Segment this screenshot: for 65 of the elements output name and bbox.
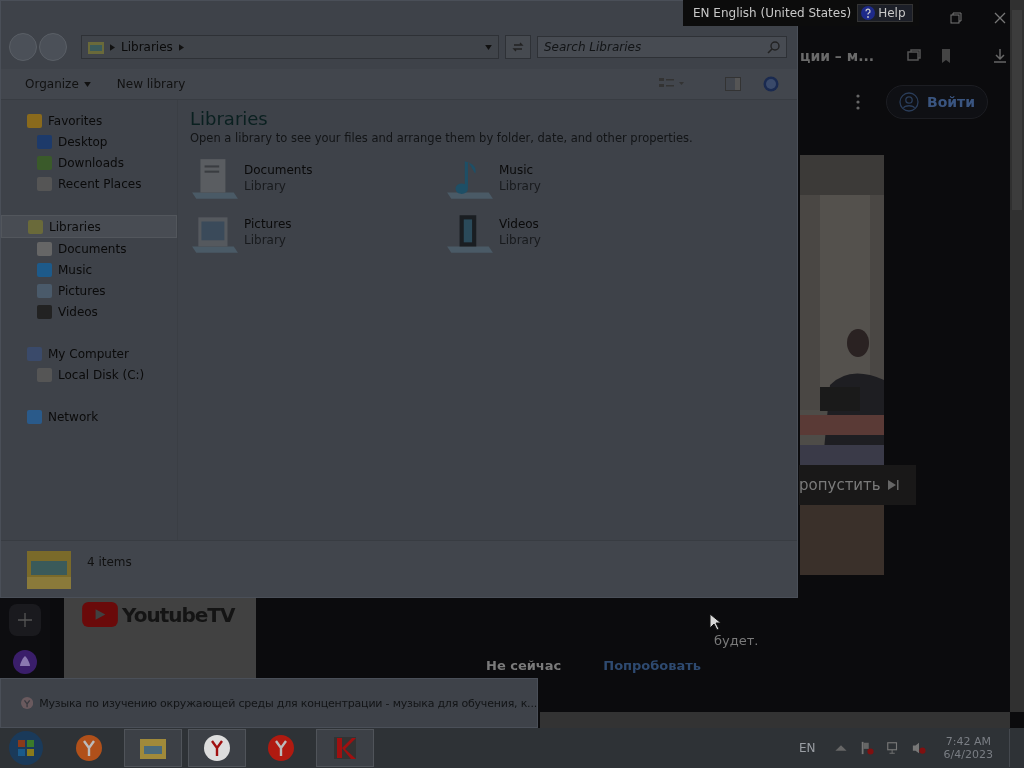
cursor-icon — [709, 613, 721, 631]
library-name[interactable]: Documents — [244, 163, 313, 177]
skip-button[interactable]: ропустить — [799, 465, 916, 505]
close-icon[interactable] — [994, 12, 1006, 24]
forward-button[interactable] — [39, 33, 67, 61]
nav-item[interactable]: Downloads — [1, 152, 177, 173]
scrollbar[interactable] — [1010, 0, 1024, 712]
clock[interactable]: 7:42 AM 6/4/2023 — [943, 735, 993, 761]
scrollbar[interactable] — [540, 712, 1010, 728]
nav-item[interactable]: Recent Places — [1, 173, 177, 194]
nav-item[interactable]: Videos — [1, 301, 177, 322]
nav-item[interactable]: My Computer — [1, 343, 177, 364]
language-selector[interactable]: EN English (United States) — [693, 6, 852, 20]
dialog-text: будет. — [714, 633, 759, 648]
search-field[interactable]: Search Libraries — [537, 36, 787, 58]
input-language[interactable]: EN — [799, 741, 816, 755]
help-button[interactable]: Help — [857, 4, 913, 22]
taskbar-button[interactable] — [188, 729, 246, 767]
nav-item[interactable]: Network — [1, 406, 177, 427]
browser-icon — [21, 696, 34, 710]
taskbar-button[interactable] — [124, 729, 182, 767]
user-icon — [898, 92, 919, 112]
nav-item[interactable]: Favorites — [1, 110, 177, 131]
plus-icon — [17, 612, 33, 628]
library-name[interactable]: Pictures — [244, 217, 292, 231]
nav-item[interactable]: Local Disk (C:) — [1, 364, 177, 385]
nav-item[interactable]: Pictures — [1, 280, 177, 301]
chevron-icon — [110, 43, 115, 51]
nav-item[interactable]: Libraries — [1, 215, 177, 238]
dropdown-icon[interactable] — [485, 44, 492, 50]
preview-pane-icon[interactable] — [725, 76, 741, 92]
time: 7:42 AM — [945, 735, 991, 748]
tab-title[interactable]: ции – м... — [800, 48, 890, 64]
address-bar[interactable]: Libraries — [81, 35, 499, 59]
library-name[interactable]: Music — [499, 163, 541, 177]
organize-button[interactable]: Organize — [17, 73, 99, 95]
chevron-icon[interactable] — [178, 43, 184, 51]
start-button[interactable] — [8, 730, 44, 766]
tabs-icon[interactable] — [906, 48, 922, 64]
dropdown-icon — [83, 81, 91, 87]
try-button[interactable]: Попробовать — [597, 654, 708, 677]
kaspersky-icon — [331, 734, 359, 762]
back-button[interactable] — [9, 33, 37, 61]
folder-icon — [88, 40, 104, 54]
library-name[interactable]: Videos — [499, 217, 541, 231]
new-library-button[interactable]: New library — [108, 73, 194, 95]
refresh-button[interactable] — [505, 35, 531, 59]
search-icon — [767, 40, 781, 54]
sign-in-button[interactable]: Войти — [885, 85, 988, 119]
skip-icon — [886, 479, 899, 491]
breadcrumb[interactable]: Libraries — [121, 40, 173, 54]
not-now-button[interactable]: Не сейчас — [480, 654, 568, 677]
nav-item[interactable]: Documents — [1, 238, 177, 259]
item-count: 4 items — [87, 555, 132, 569]
play-icon — [82, 602, 118, 627]
nav-item[interactable]: Music — [1, 259, 177, 280]
restore-icon[interactable] — [950, 12, 962, 24]
add-button[interactable] — [9, 604, 41, 636]
more-icon[interactable] — [855, 94, 860, 110]
speaker-icon[interactable] — [911, 741, 926, 755]
date: 6/4/2023 — [943, 748, 993, 761]
refresh-icon — [511, 40, 525, 54]
nav-item[interactable]: Desktop — [1, 131, 177, 152]
flag-icon[interactable] — [859, 741, 874, 755]
assistant-icon[interactable] — [13, 650, 37, 674]
